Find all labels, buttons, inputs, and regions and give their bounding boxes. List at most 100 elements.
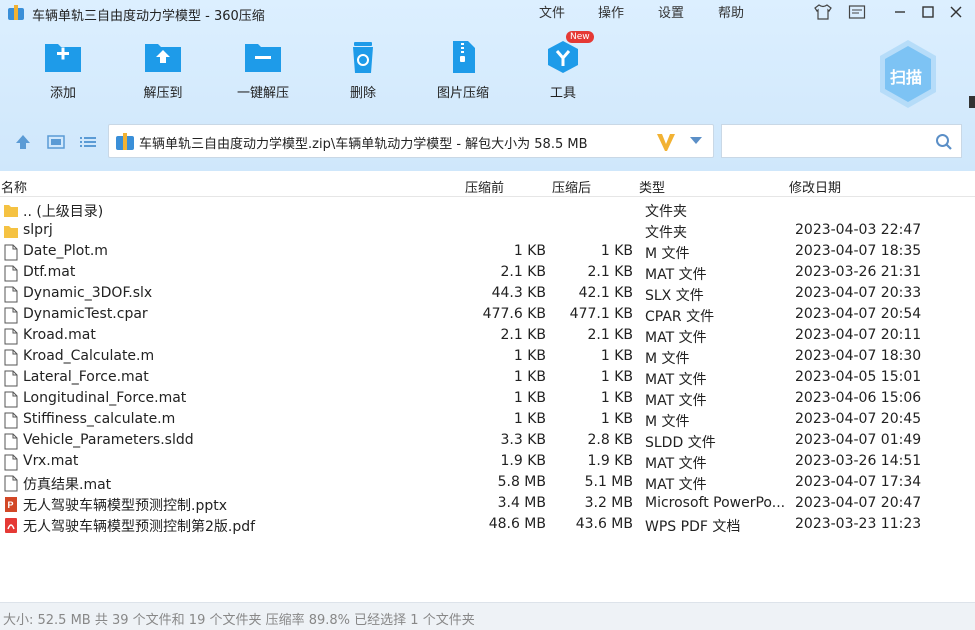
app-logo-icon [8,5,24,20]
menu-help[interactable]: 帮助 [718,2,744,21]
modified-date: 2023-04-05 15:01 [795,369,922,385]
file-icon [4,370,18,387]
file-type: MAT 文件 [645,456,707,472]
file-icon [4,475,18,492]
thumbnail-view-icon[interactable] [46,133,66,151]
file-row[interactable]: Kroad.mat 2.1 KB 2.1 KB MAT 文件 2023-04-07 20… [0,326,975,347]
size-after: 1 KB [600,348,633,364]
file-type: MAT 文件 [645,477,707,493]
column-type[interactable]: 类型 [639,177,665,196]
search-input[interactable] [728,131,928,151]
file-type: M 文件 [645,351,690,367]
list-view-icon[interactable] [78,133,98,151]
tools-button[interactable]: 工具 [523,40,603,110]
up-arrow-icon[interactable] [13,133,33,151]
modified-date: 2023-04-07 20:47 [795,495,922,511]
file-name: slprj [23,222,53,238]
file-type: 文件夹 [645,225,687,241]
chevron-down-icon[interactable] [689,136,703,146]
path-field[interactable]: 车辆单轨三自由度动力学模型.zip\车辆单轨动力学模型 - 解包大小为 58.5… [108,124,714,158]
file-icon [4,454,18,471]
recycle-bin-icon [353,42,373,73]
scan-label: 扫描 [890,68,923,87]
file-row[interactable]: Vehicle_Parameters.sldd 3.3 KB 2.8 KB SLDD … [0,431,975,452]
size-after: 42.1 KB [578,285,633,301]
size-after: 2.8 KB [587,432,634,448]
size-after: 2.1 KB [587,264,634,280]
file-row[interactable]: Kroad_Calculate.m 1 KB 1 KB M 文件 2023-04-07 … [0,347,975,368]
column-name[interactable]: 名称 [1,177,27,196]
column-before[interactable]: 压缩前 [465,177,504,196]
size-before: 44.3 KB [491,285,546,301]
modified-date: 2023-04-07 20:54 [795,306,922,322]
size-before: 3.4 MB [497,495,546,511]
column-modified[interactable]: 修改日期 [789,177,841,196]
tools-label: 工具 [549,86,576,101]
svg-text:P: P [8,500,14,510]
size-before: 3.3 KB [500,432,547,448]
modified-date: 2023-04-07 20:11 [795,327,922,343]
delete-button[interactable]: 删除 [323,40,403,110]
size-before: 1 KB [513,369,546,385]
file-row[interactable]: Vrx.mat 1.9 KB 1.9 KB MAT 文件 2023-03-26 14:5… [0,452,975,473]
feedback-icon[interactable] [845,2,869,22]
size-before: 48.6 MB [488,516,546,532]
file-row[interactable]: 仿真结果.mat 5.8 MB 5.1 MB MAT 文件 2023-04-07 17:… [0,473,975,494]
v-logo-icon[interactable] [655,132,677,152]
modified-date: 2023-04-07 20:45 [795,411,922,427]
size-after: 2.1 KB [587,327,634,343]
minimize-icon[interactable] [888,2,912,22]
size-before: 1.9 KB [500,453,547,469]
file-name: 无人驾驶车辆模型预测控制.pptx [23,498,227,514]
size-after: 5.1 MB [584,474,633,490]
file-row[interactable]: Dtf.mat 2.1 KB 2.1 KB MAT 文件 2023-03-26 21:3… [0,263,975,284]
zip-file-icon [453,41,475,73]
file-row[interactable]: Longitudinal_Force.mat 1 KB 1 KB MAT 文件 2023… [0,389,975,410]
menu-settings[interactable]: 设置 [658,2,684,21]
file-type: MAT 文件 [645,330,707,346]
one-click-extract-label: 一键解压 [236,86,289,101]
file-row[interactable]: .. (上级目录) 文件夹 [0,200,975,221]
window-title: 车辆单轨三自由度动力学模型 - 360压缩 [32,9,265,24]
file-icon [4,328,18,345]
size-before: 5.8 MB [497,474,546,490]
file-name: .. (上级目录) [23,204,104,220]
modified-date: 2023-04-07 18:35 [795,243,922,259]
file-row[interactable]: 无人驾驶车辆模型预测控制第2版.pdf 48.6 MB 43.6 MB WPS PDF… [0,515,975,536]
extract-folder-icon [145,44,181,72]
scan-button[interactable]: 扫描 [876,38,940,110]
archive-icon [116,133,134,150]
close-icon[interactable] [944,2,968,22]
image-compress-button[interactable]: 图片压缩 [423,40,503,110]
file-name: Dynamic_3DOF.slx [23,285,153,301]
size-before: 1 KB [513,243,546,259]
maximize-icon[interactable] [916,2,940,22]
menu-operation[interactable]: 操作 [598,2,624,21]
size-after: 1 KB [600,243,633,259]
add-button[interactable]: 添加 [23,40,103,110]
menu-file[interactable]: 文件 [539,2,565,21]
size-after: 1 KB [600,390,633,406]
file-icon [4,433,18,450]
file-row[interactable]: slprj 文件夹 2023-04-03 22:47 [0,221,975,242]
file-type: M 文件 [645,246,690,262]
one-click-extract-button[interactable]: 一键解压 [223,40,303,110]
file-row[interactable]: DynamicTest.cpar 477.6 KB 477.1 KB CPAR 文件 2… [0,305,975,326]
size-before: 1 KB [513,411,546,427]
file-name: 仿真结果.mat [23,477,112,493]
pptx-icon: P [4,496,18,513]
file-row[interactable]: Date_Plot.m 1 KB 1 KB M 文件 2023-04-07 18:35 [0,242,975,263]
skin-icon[interactable] [811,2,835,22]
delete-label: 删除 [349,86,376,101]
file-row[interactable]: P 无人驾驶车辆模型预测控制.pptx 3.4 MB 3.2 MB Microsoft … [0,494,975,515]
folder-icon [4,202,18,219]
file-row[interactable]: Stiffiness_calculate.m 1 KB 1 KB M 文件 2023-0… [0,410,975,431]
search-box[interactable] [721,124,962,158]
column-after[interactable]: 压缩后 [552,177,591,196]
extract-to-button[interactable]: 解压到 [123,40,203,110]
search-icon[interactable] [935,133,953,151]
file-row[interactable]: Lateral_Force.mat 1 KB 1 KB MAT 文件 2023-04-0… [0,368,975,389]
file-row[interactable]: Dynamic_3DOF.slx 44.3 KB 42.1 KB SLX 文件 2023… [0,284,975,305]
file-icon [4,307,18,324]
file-icon [4,286,18,303]
